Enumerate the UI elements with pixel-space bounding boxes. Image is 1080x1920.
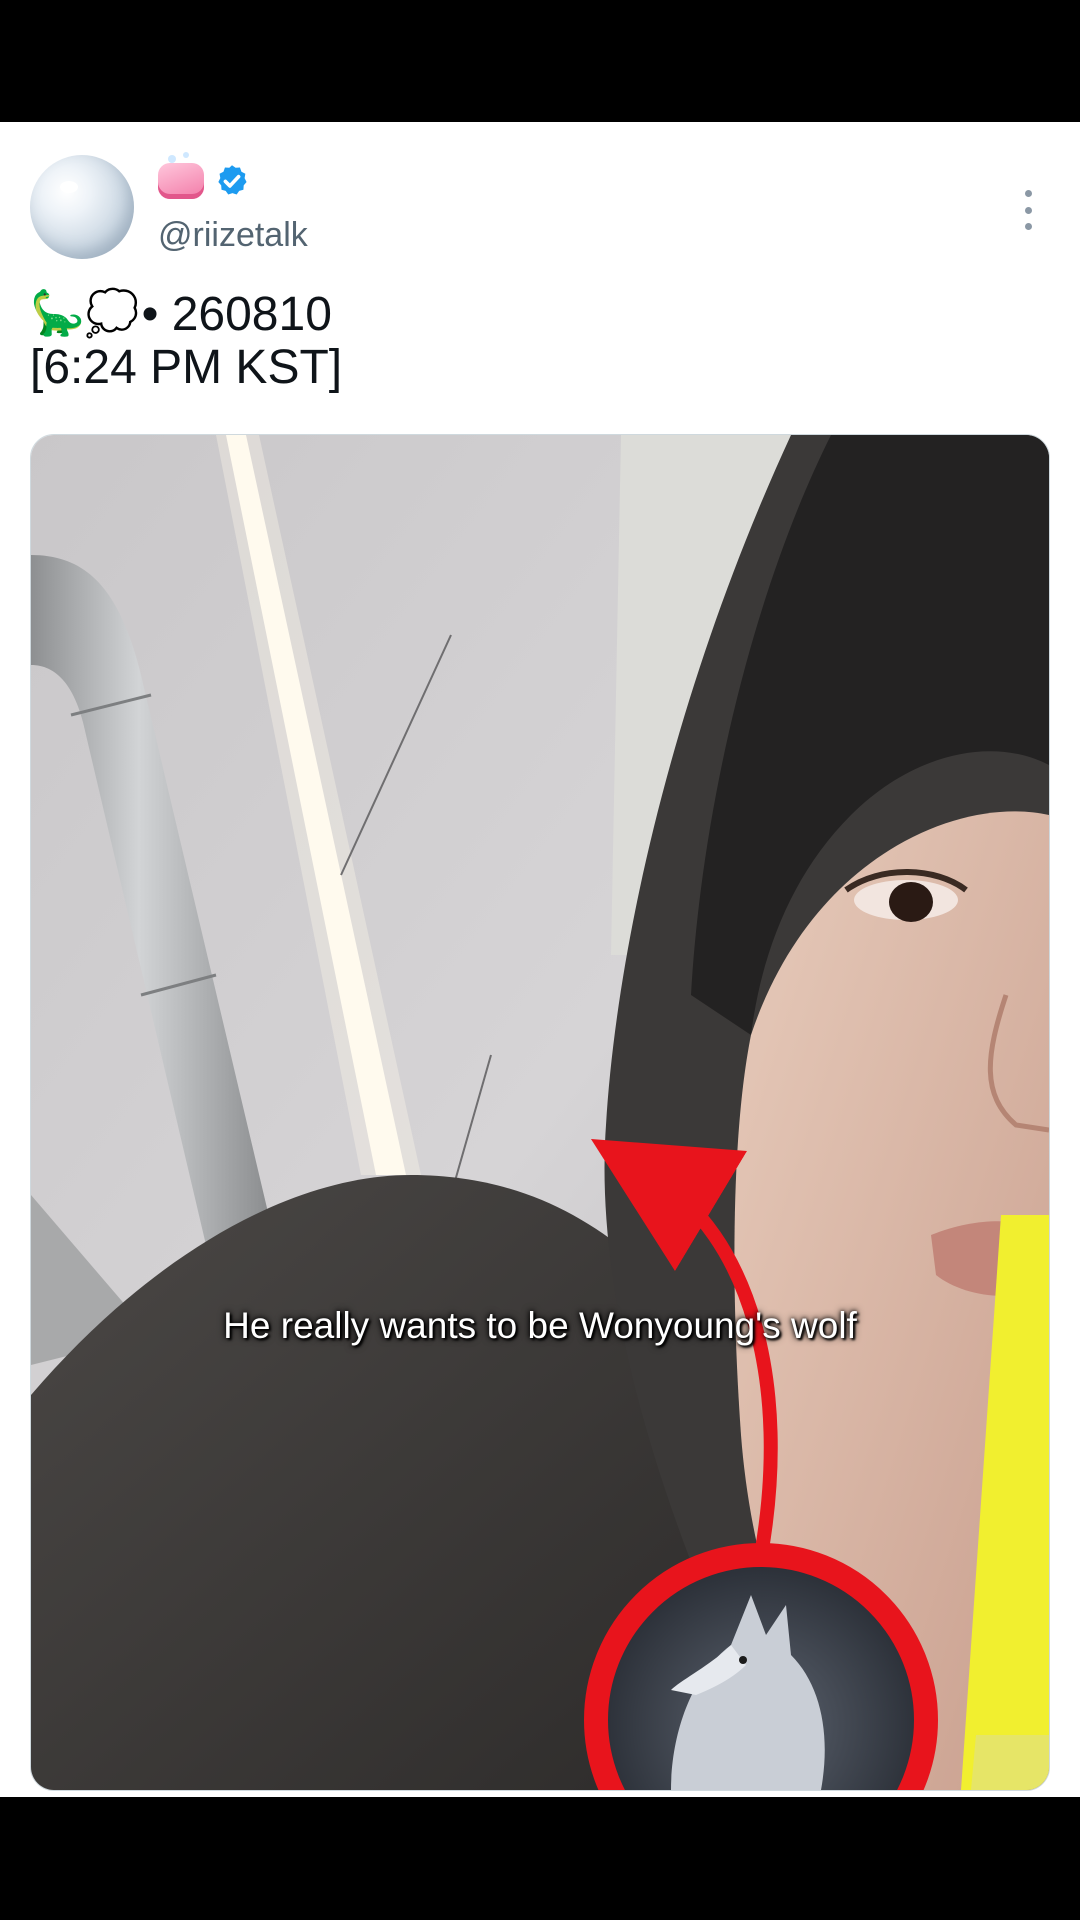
tweet-time: [6:24 PM KST] — [30, 341, 343, 394]
tweet-text-line1: 🦕💭 • 260810 — [30, 282, 332, 346]
user-handle[interactable]: @riizetalk — [158, 216, 308, 255]
tweet-card[interactable]: @riizetalk 🦕💭 • 260810 [6:24 PM KST] He … — [0, 122, 1080, 1797]
navigation-bar — [0, 1797, 1080, 1920]
image-caption: He really wants to be Wonyoung's wolf — [223, 1305, 857, 1346]
soap-icon — [158, 155, 204, 199]
verified-badge-icon — [218, 165, 247, 195]
avatar[interactable] — [30, 155, 134, 259]
photo-illustration — [31, 435, 1049, 1790]
display-name-row[interactable] — [158, 155, 250, 204]
tweet-photo[interactable]: He really wants to be Wonyoung's wolf — [30, 434, 1050, 1791]
more-options-icon[interactable] — [1014, 190, 1042, 230]
tweet-date: • 260810 — [141, 287, 332, 341]
dino-thought-emoji: 🦕💭 — [30, 289, 140, 338]
status-bar — [0, 0, 1080, 122]
